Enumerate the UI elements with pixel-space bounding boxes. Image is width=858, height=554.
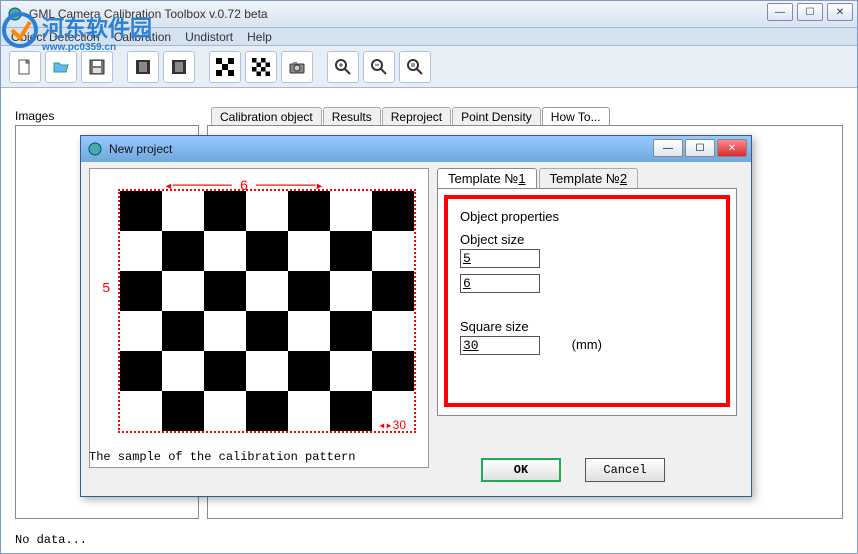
dialog-minimize-button[interactable]: —: [653, 139, 683, 157]
main-tabs: Calibration object Results Reproject Poi…: [211, 107, 611, 126]
camera-button[interactable]: [281, 51, 313, 83]
film-next-button[interactable]: [163, 51, 195, 83]
tab-howto[interactable]: How To...: [542, 107, 610, 126]
app-icon: [7, 6, 23, 22]
dialog-close-button[interactable]: ✕: [717, 139, 747, 157]
object-size-width-input[interactable]: [460, 249, 540, 268]
pattern-preview: ◂─────── 6 ───────▸ 5 ◂▸30: [89, 168, 429, 468]
zoom-fit-button[interactable]: [399, 51, 431, 83]
menu-undistort[interactable]: Undistort: [185, 30, 233, 44]
tab-results[interactable]: Results: [323, 107, 381, 126]
maximize-button[interactable]: ☐: [797, 3, 823, 21]
dialog-maximize-button[interactable]: ☐: [685, 139, 715, 157]
dim-square: ◂▸30: [378, 418, 406, 433]
object-size-label: Object size: [460, 232, 714, 247]
zoom-out-button[interactable]: [363, 51, 395, 83]
close-button[interactable]: ✕: [827, 3, 853, 21]
main-titlebar: GML Camera Calibration Toolbox v.0.72 be…: [1, 1, 857, 28]
new-button[interactable]: [9, 51, 41, 83]
square-size-label: Square size: [460, 319, 714, 334]
dialog-icon: [87, 141, 103, 157]
dialog-actions: OK Cancel: [481, 458, 665, 482]
unit-label: (mm): [572, 337, 602, 352]
checkerboard: [118, 189, 416, 433]
dialog-titlebar: New project — ☐ ✕: [81, 136, 751, 162]
tab-reproject[interactable]: Reproject: [382, 107, 451, 126]
open-button[interactable]: [45, 51, 77, 83]
dim-rows: 5: [102, 189, 110, 389]
zoom-in-button[interactable]: [327, 51, 359, 83]
tab-calibration-object[interactable]: Calibration object: [211, 107, 322, 126]
app-title: GML Camera Calibration Toolbox v.0.72 be…: [29, 7, 851, 21]
minimize-button[interactable]: —: [767, 3, 793, 21]
menu-calibration[interactable]: Calibration: [114, 30, 171, 44]
object-properties-panel: Object properties Object size Square siz…: [437, 188, 737, 416]
square-size-input[interactable]: [460, 336, 540, 355]
tab-point-density[interactable]: Point Density: [452, 107, 541, 126]
checker2-button[interactable]: [245, 51, 277, 83]
images-label: Images: [15, 109, 54, 123]
menubar: Object Detection Calibration Undistort H…: [1, 28, 857, 46]
menu-help[interactable]: Help: [247, 30, 272, 44]
checker1-button[interactable]: [209, 51, 241, 83]
toolbar: [1, 46, 857, 88]
pattern-caption: The sample of the calibration pattern: [89, 450, 355, 464]
save-button[interactable]: [81, 51, 113, 83]
template-tab-2[interactable]: Template №2: [539, 168, 639, 188]
menu-object-detection[interactable]: Object Detection: [11, 30, 100, 44]
object-properties-label: Object properties: [460, 209, 714, 224]
film-prev-button[interactable]: [127, 51, 159, 83]
new-project-dialog: New project — ☐ ✕ ◂─────── 6 ───────▸ 5: [80, 135, 752, 497]
cancel-button[interactable]: Cancel: [585, 458, 665, 482]
template-tab-1[interactable]: Template №1: [437, 168, 537, 188]
status-text: No data...: [15, 533, 87, 547]
object-size-height-input[interactable]: [460, 274, 540, 293]
dialog-title: New project: [109, 142, 745, 156]
dialog-tabs: Template №1 Template №2: [437, 168, 640, 188]
ok-button[interactable]: OK: [481, 458, 561, 482]
